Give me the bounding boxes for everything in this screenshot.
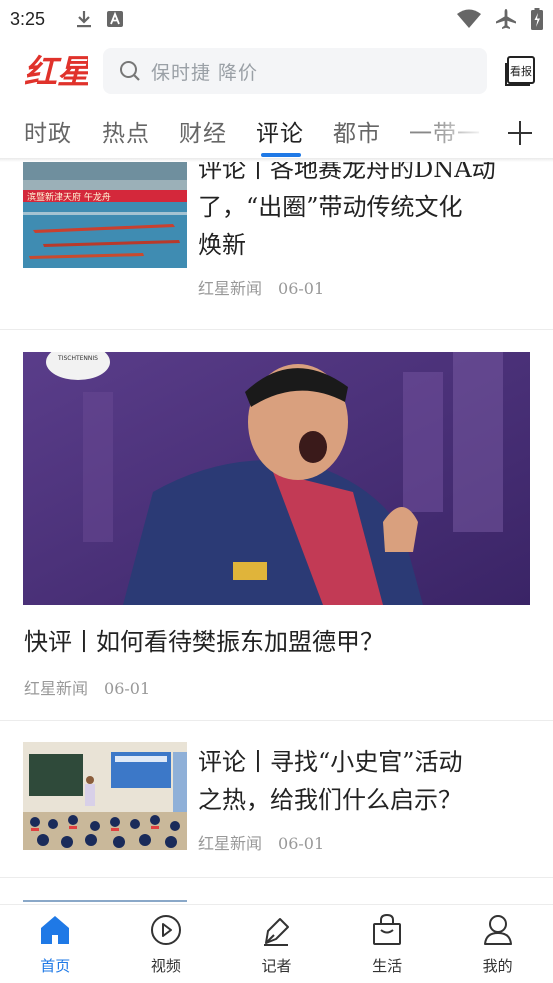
article-meta: 红星新闻 06-01: [198, 275, 324, 299]
svg-text:滨暨新津天府 午龙舟: 滨暨新津天府 午龙舟: [27, 191, 111, 203]
active-tab-indicator: [261, 153, 301, 157]
app-logo[interactable]: 红星: [24, 50, 88, 90]
nav-label: 首页: [40, 957, 71, 975]
status-bar: 3:25: [0, 0, 553, 38]
tab-redian[interactable]: 热点: [102, 114, 150, 148]
add-channel-icon[interactable]: [505, 118, 535, 148]
search-placeholder: 保时捷 降价: [151, 61, 259, 84]
nav-reporter[interactable]: 记者: [221, 905, 332, 983]
nav-label: 记者: [261, 957, 292, 975]
nav-label: 生活: [372, 957, 403, 975]
article-source: 红星新闻: [198, 279, 263, 298]
play-circle-icon: [150, 915, 181, 945]
nav-home[interactable]: 首页: [0, 905, 111, 983]
download-icon: [77, 11, 92, 28]
wifi-icon: [457, 9, 481, 28]
article-date: 06-01: [104, 679, 151, 698]
tab-dushi[interactable]: 都市: [333, 114, 381, 148]
a-notification-icon: [107, 11, 124, 27]
bottom-nav: 首页 视频 记者 生活 我的: [0, 904, 553, 983]
status-time: 3:25: [10, 8, 46, 29]
nav-video[interactable]: 视频: [111, 905, 222, 983]
divider: [0, 877, 553, 878]
search-box[interactable]: 保时捷 降价: [103, 48, 487, 94]
read-paper-button[interactable]: 看报: [504, 55, 536, 87]
article-meta: 红星新闻 06-01: [198, 830, 324, 854]
user-icon: [483, 915, 512, 945]
tab-pinglun[interactable]: 评论: [256, 114, 304, 148]
tab-fade: [430, 108, 500, 158]
news-feed[interactable]: 滨暨新津天府 午龙舟 评论丨各地赛龙舟的DNA动 了，“出圈”带动传统文化 焕新…: [0, 162, 553, 902]
article-image: TISCHTENNIS: [23, 352, 530, 605]
svg-text:红星: 红星: [24, 52, 88, 90]
search-icon: [120, 61, 140, 81]
article-title[interactable]: 评论丨各地赛龙舟的DNA动 了，“出圈”带动传统文化 焕新: [198, 162, 528, 264]
nav-mine[interactable]: 我的: [442, 905, 553, 983]
tab-caijing[interactable]: 财经: [179, 114, 227, 148]
svg-text:看报: 看报: [510, 64, 532, 78]
article-date: 06-01: [278, 834, 325, 853]
article-date: 06-01: [278, 279, 325, 298]
battery-icon: [531, 8, 543, 30]
nav-life[interactable]: 生活: [332, 905, 443, 983]
article-thumbnail: [23, 742, 187, 850]
article-thumbnail: [23, 900, 187, 902]
nav-label: 视频: [150, 957, 181, 975]
home-icon: [41, 916, 70, 944]
pen-icon: [264, 918, 290, 946]
divider: [0, 720, 553, 721]
app-header: 红星 保时捷 降价 看报: [0, 42, 553, 100]
article-thumbnail: 滨暨新津天府 午龙舟: [23, 162, 187, 268]
channel-tabs: 时政 热点 财经 评论 都市 一带一: [0, 108, 553, 160]
shopping-bag-icon: [373, 913, 402, 945]
article-title[interactable]: 评论丨寻找“小史官”活动 之热，给我们什么启示？: [198, 743, 528, 819]
article-source: 红星新闻: [24, 679, 89, 698]
divider: [0, 329, 553, 330]
article-source: 红星新闻: [198, 834, 263, 853]
nav-label: 我的: [482, 957, 513, 975]
tab-shizheng[interactable]: 时政: [24, 114, 72, 148]
article-meta: 红星新闻 06-01: [24, 675, 150, 699]
svg-text:TISCHTENNIS: TISCHTENNIS: [57, 355, 98, 362]
airplane-icon: [496, 9, 516, 29]
article-title[interactable]: 快评丨如何看待樊振东加盟德甲？: [24, 622, 529, 662]
